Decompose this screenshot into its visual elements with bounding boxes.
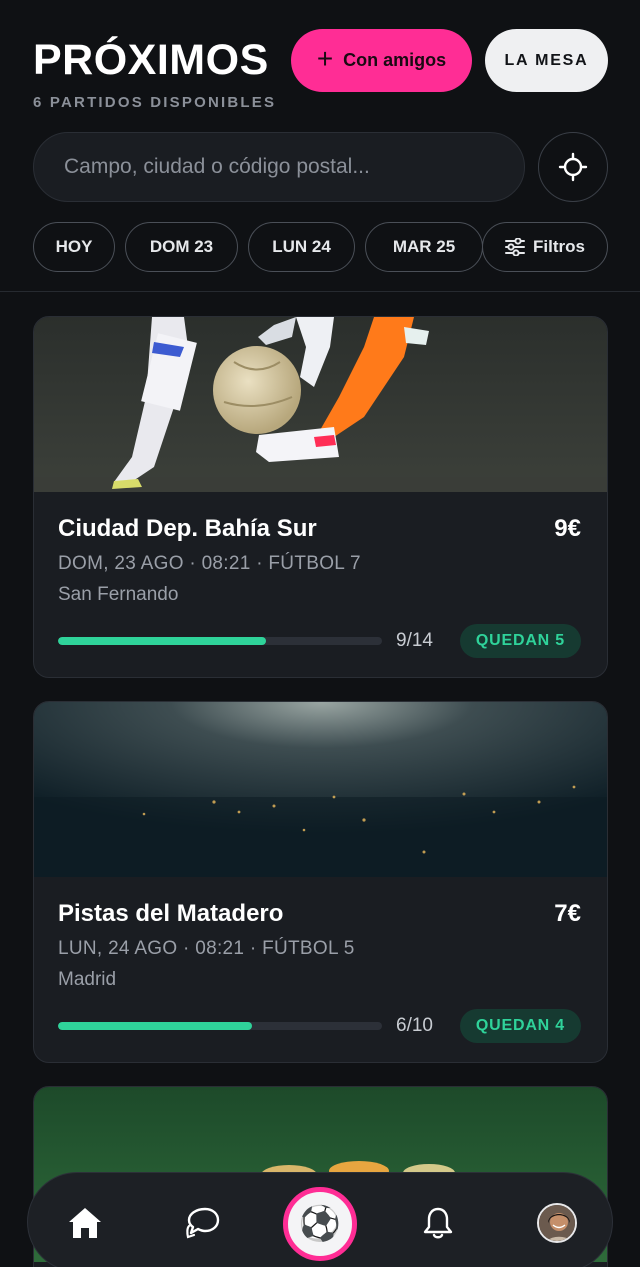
players-progress-bar xyxy=(58,637,382,645)
matches-count: 6 PARTIDOS DISPONIBLES xyxy=(33,94,277,111)
match-price: 9€ xyxy=(554,515,581,542)
page-title: PRÓXIMOS xyxy=(33,36,269,84)
match-city: San Fernando xyxy=(58,584,179,605)
nav-home[interactable] xyxy=(50,1173,120,1267)
match-datetime: DOM, 23 AGO · 08:21 · FÚTBOL 7 xyxy=(58,553,361,574)
players-progress-fill xyxy=(58,637,267,645)
match-city: Madrid xyxy=(58,969,117,990)
match-datetime: LUN, 24 AGO · 08:21 · FÚTBOL 5 xyxy=(58,938,355,959)
search-input[interactable] xyxy=(64,155,524,179)
players-count: 6/10 xyxy=(396,1015,433,1036)
chat-icon xyxy=(186,1207,220,1239)
header: PRÓXIMOS 6 PARTIDOS DISPONIBLES + Con am… xyxy=(0,0,640,292)
match-card[interactable]: Ciudad Dep. Bahía Sur 9€ DOM, 23 AGO · 0… xyxy=(33,316,608,678)
chip-mar-25[interactable]: MAR 25 xyxy=(365,222,483,272)
soccer-ball-icon: ⚽ xyxy=(298,1205,342,1243)
plus-icon: + xyxy=(316,43,334,74)
spots-left-badge: QUEDAN 5 xyxy=(459,624,581,658)
search-field[interactable] xyxy=(33,132,525,202)
match-venue: Pistas del Matadero xyxy=(58,900,284,927)
filters-label: Filtros xyxy=(533,237,585,256)
match-venue: Ciudad Dep. Bahía Sur xyxy=(58,515,317,542)
match-price: 7€ xyxy=(554,900,581,927)
match-card[interactable]: Pistas del Matadero 7€ LUN, 24 AGO · 08:… xyxy=(33,701,608,1063)
avatar xyxy=(537,1203,577,1243)
bell-icon xyxy=(423,1207,453,1239)
players-progress-fill xyxy=(58,1022,253,1030)
with-friends-label: Con amigos xyxy=(343,50,447,70)
nav-notifications[interactable] xyxy=(403,1173,473,1267)
players-progress-bar xyxy=(58,1022,382,1030)
chip-dom-23[interactable]: DOM 23 xyxy=(125,222,238,272)
chip-today[interactable]: HOY xyxy=(33,222,115,272)
filters-button[interactable]: Filtros xyxy=(482,222,608,272)
locate-button[interactable] xyxy=(538,132,608,202)
nav-chat[interactable] xyxy=(168,1173,238,1267)
crosshair-icon xyxy=(558,152,588,182)
date-filter-chips: HOY DOM 23 LUN 24 MAR 25 Filtros xyxy=(33,222,608,272)
match-photo xyxy=(34,317,607,492)
nav-profile[interactable] xyxy=(522,1173,592,1267)
players-count: 9/14 xyxy=(396,630,433,651)
spots-left-badge: QUEDAN 4 xyxy=(459,1009,581,1043)
sliders-icon xyxy=(505,238,526,256)
bottom-nav: ⚽ xyxy=(27,1172,613,1267)
home-icon xyxy=(69,1208,101,1238)
match-photo xyxy=(34,702,607,877)
with-friends-button[interactable]: + Con amigos xyxy=(291,29,472,92)
nav-matches[interactable]: ⚽ xyxy=(283,1187,357,1261)
la-mesa-button[interactable]: LA MESA xyxy=(485,29,608,92)
chip-lun-24[interactable]: LUN 24 xyxy=(248,222,355,272)
